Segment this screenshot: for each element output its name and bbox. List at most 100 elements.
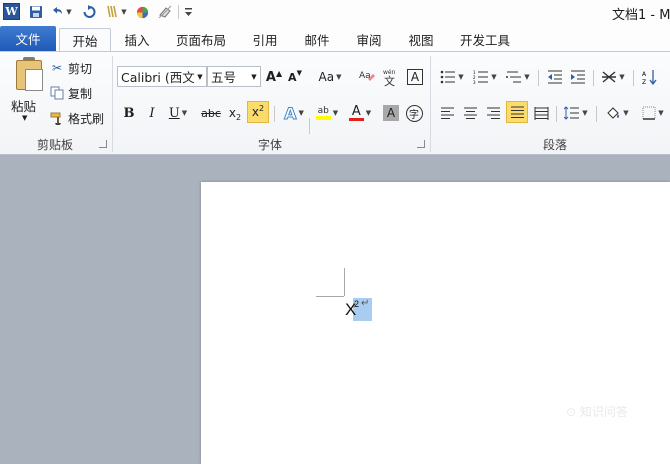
paint-bucket-icon <box>607 107 620 119</box>
font-size-value: 五号 <box>211 70 237 85</box>
borders-icon <box>642 106 656 120</box>
paintbrush-icon <box>48 111 66 126</box>
asian-layout-button[interactable]: ▼ <box>598 66 628 88</box>
paragraph-separator <box>633 70 634 86</box>
paste-label: 粘贴 <box>11 99 37 114</box>
font-separator <box>309 118 310 134</box>
paragraph-separator <box>556 106 557 122</box>
paste-button[interactable]: 粘贴 ▼ <box>4 54 44 128</box>
font-name-value: Calibri (西文 <box>121 70 195 85</box>
save-icon[interactable] <box>27 3 45 21</box>
grow-font-icon[interactable]: A ▲ <box>263 66 285 88</box>
justify-button-active[interactable] <box>506 101 528 123</box>
clear-formatting-icon[interactable]: Aa <box>356 66 378 88</box>
svg-text:Z: Z <box>642 79 646 85</box>
highlight-button[interactable]: ab ▼ <box>311 102 343 124</box>
paste-dropdown-icon: ▼ <box>22 114 28 122</box>
margin-corner-mark <box>316 296 344 297</box>
title-bar: W ▼ ▼ 文档1 - M <box>0 0 670 24</box>
font-separator <box>274 106 275 122</box>
tab-developer[interactable]: 开发工具 <box>452 28 518 51</box>
align-center-icon[interactable] <box>459 102 481 124</box>
line-spacing-button[interactable]: ▼ <box>561 102 591 124</box>
align-right-icon[interactable] <box>482 102 504 124</box>
sort-icon[interactable]: AZ <box>639 66 661 88</box>
cut-button[interactable]: ✂ 剪切 <box>48 58 106 78</box>
ribbon-tab-row: 文件 开始 插入 页面布局 引用 邮件 审阅 视图 开发工具 <box>0 24 670 51</box>
document-page[interactable]: X 2 ↵ <box>201 182 670 464</box>
svg-text:文: 文 <box>384 74 395 87</box>
tab-mailings[interactable]: 邮件 <box>296 28 338 51</box>
scissors-icon: ✂ <box>51 61 63 75</box>
font-color-button[interactable]: A ▼ <box>345 102 375 124</box>
asian-layout-icon <box>602 71 617 83</box>
paste-icon <box>16 60 43 91</box>
distributed-icon[interactable] <box>530 102 552 124</box>
underline-label: U <box>168 105 180 121</box>
bullets-icon <box>440 70 456 84</box>
underline-button[interactable]: U ▼ <box>164 102 192 124</box>
tab-view[interactable]: 视图 <box>400 28 442 51</box>
subscript-button[interactable]: x2 <box>225 102 245 124</box>
tab-insert[interactable]: 插入 <box>114 28 160 51</box>
eraser-icon[interactable] <box>157 3 173 21</box>
character-shading-icon[interactable]: A <box>380 102 402 124</box>
font-name-combo[interactable]: Calibri (西文 ▼ <box>117 66 207 87</box>
format-painter-label: 格式刷 <box>68 111 105 126</box>
line-spacing-icon <box>564 106 580 120</box>
numbering-button[interactable]: 1 2 3 ▼ <box>470 66 500 88</box>
paragraph-separator <box>593 70 594 86</box>
clipboard-group-label: 剪贴板 <box>36 138 73 152</box>
qa-separator <box>178 5 179 19</box>
superscript-button-active[interactable]: x2 <box>247 101 269 123</box>
word-app-icon[interactable]: W <box>3 3 20 20</box>
margin-corner-mark <box>344 268 345 296</box>
paragraph-group-label: 段落 <box>542 138 567 152</box>
enclose-characters-icon[interactable]: 字 <box>403 102 425 124</box>
cut-label: 剪切 <box>68 61 93 76</box>
character-border-icon[interactable]: A <box>404 66 426 88</box>
format-painter-qa-icon[interactable]: ▼ <box>103 3 129 21</box>
phonetic-guide-icon[interactable]: wén 文 <box>380 66 402 88</box>
font-size-combo[interactable]: 五号 ▼ <box>207 66 261 87</box>
clipboard-launcher-icon[interactable] <box>99 140 107 148</box>
shading-button[interactable]: ▼ <box>602 102 632 124</box>
tab-references[interactable]: 引用 <box>244 28 286 51</box>
align-left-icon[interactable] <box>436 102 458 124</box>
shrink-font-icon[interactable]: A ▼ <box>284 66 306 88</box>
font-color-icon: A <box>348 105 364 121</box>
bullets-button[interactable]: ▼ <box>437 66 467 88</box>
decrease-indent-icon[interactable] <box>544 66 566 88</box>
redo-icon[interactable] <box>80 3 98 21</box>
change-case-label: Aa <box>318 70 335 84</box>
strikethrough-button[interactable]: abc <box>198 102 224 124</box>
copy-button[interactable]: 复制 <box>48 83 106 103</box>
tab-home[interactable]: 开始 <box>59 28 111 51</box>
copy-label: 复制 <box>68 86 93 101</box>
tab-page-layout[interactable]: 页面布局 <box>168 28 234 51</box>
subscript-label: x <box>228 106 236 120</box>
font-size-dropdown-icon[interactable]: ▼ <box>248 67 260 86</box>
highlight-icon: ab <box>315 106 331 120</box>
tab-review[interactable]: 审阅 <box>348 28 390 51</box>
borders-button[interactable]: ▼ <box>638 102 668 124</box>
color-wheel-icon[interactable] <box>134 3 150 21</box>
superscript-label: x <box>251 105 259 119</box>
numbering-icon: 123 <box>473 70 489 84</box>
font-group-label: 字体 <box>257 138 282 152</box>
text-effects-button[interactable]: A ▼ <box>279 102 309 124</box>
increase-indent-icon[interactable] <box>567 66 589 88</box>
undo-icon[interactable]: ▼ <box>49 3 73 21</box>
change-case-button[interactable]: Aa ▼ <box>315 66 345 88</box>
document-text-superscript[interactable]: 2 <box>354 299 359 309</box>
customize-qa-icon[interactable] <box>182 3 194 21</box>
tab-file[interactable]: 文件 <box>0 26 56 51</box>
watermark-text: ⊙ 知识问答 <box>566 405 628 419</box>
bold-button[interactable]: B <box>118 102 140 124</box>
format-painter-button[interactable]: 格式刷 <box>48 108 108 128</box>
font-launcher-icon[interactable] <box>417 140 425 148</box>
font-name-dropdown-icon[interactable]: ▼ <box>194 67 206 86</box>
multilevel-list-button[interactable]: ▼ <box>503 66 533 88</box>
italic-button[interactable]: I <box>141 102 163 124</box>
copy-icon <box>48 86 66 100</box>
